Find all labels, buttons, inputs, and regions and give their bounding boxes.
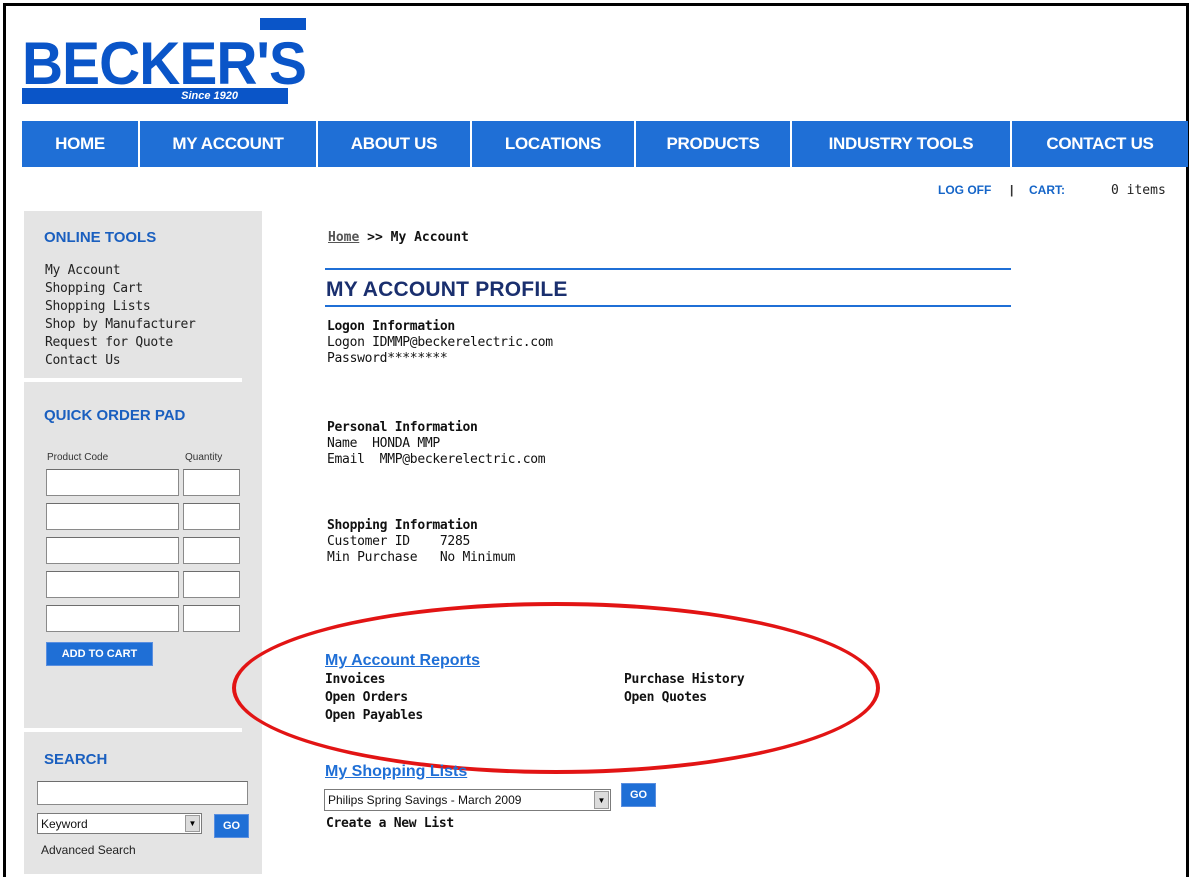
nav-contact-us[interactable]: CONTACT US xyxy=(1012,121,1188,167)
search-title: SEARCH xyxy=(44,751,108,768)
nav-locations[interactable]: LOCATIONS xyxy=(472,121,636,167)
beckers-logo[interactable]: BECKER'S Since 1920 xyxy=(22,18,306,106)
shopping-list-select[interactable]: Philips Spring Savings - March 2009 ▼ xyxy=(324,789,611,811)
product-code-input-3[interactable] xyxy=(46,537,179,564)
quantity-input-5[interactable] xyxy=(183,605,240,632)
product-code-label: Product Code xyxy=(47,452,109,463)
svg-text:BECKER'S: BECKER'S xyxy=(22,30,306,88)
logon-information: Logon Information Logon IDMMP@beckerelec… xyxy=(327,319,553,367)
cart-link[interactable]: CART: xyxy=(1029,183,1065,197)
my-shopping-lists-link[interactable]: My Shopping Lists xyxy=(325,763,467,781)
nav-industry-tools[interactable]: INDUSTRY TOOLS xyxy=(792,121,1012,167)
product-code-input-2[interactable] xyxy=(46,503,179,530)
title-rule-bottom xyxy=(325,305,1011,307)
sidebar-link-shop-by-manufacturer[interactable]: Shop by Manufacturer xyxy=(45,316,196,334)
breadcrumb: Home >> My Account xyxy=(328,230,469,245)
topbar-separator: | xyxy=(1010,183,1014,197)
shopping-list-go-button[interactable]: GO xyxy=(621,783,656,807)
logon-id: Logon IDMMP@beckerelectric.com xyxy=(327,335,553,350)
logo-tagline: Since 1920 xyxy=(181,90,238,102)
highlight-ellipse xyxy=(232,602,880,774)
shopping-heading: Shopping Information xyxy=(327,518,478,533)
personal-information: Personal Information Name HONDA MMP Emai… xyxy=(327,420,546,468)
nav-home[interactable]: HOME xyxy=(22,121,140,167)
product-code-input-4[interactable] xyxy=(46,571,179,598)
breadcrumb-current: >> My Account xyxy=(359,230,469,245)
nav-products[interactable]: PRODUCTS xyxy=(636,121,792,167)
quantity-input-4[interactable] xyxy=(183,571,240,598)
search-input[interactable] xyxy=(37,781,248,805)
nav-my-account[interactable]: MY ACCOUNT xyxy=(140,121,318,167)
sidebar-link-shopping-lists[interactable]: Shopping Lists xyxy=(45,298,196,316)
create-new-list-link[interactable]: Create a New List xyxy=(326,816,454,831)
quantity-label: Quantity xyxy=(185,452,223,463)
advanced-search-link[interactable]: Advanced Search xyxy=(41,843,136,857)
email-value: Email MMP@beckerelectric.com xyxy=(327,452,546,467)
logoff-link[interactable]: LOG OFF xyxy=(938,183,991,197)
search-type-select[interactable]: Keyword ▼ xyxy=(37,813,202,834)
title-rule-top xyxy=(325,268,1011,270)
dropdown-arrow-icon[interactable]: ▼ xyxy=(594,791,609,809)
logo-wordmark: BECKER'S xyxy=(22,18,306,88)
shopping-information: Shopping Information Customer ID 7285 Mi… xyxy=(327,518,515,566)
name-value: Name HONDA MMP xyxy=(327,436,440,451)
password: Password******** xyxy=(327,351,448,366)
product-code-input-5[interactable] xyxy=(46,605,179,632)
main-nav: HOME MY ACCOUNT ABOUT US LOCATIONS PRODU… xyxy=(22,121,1188,167)
sidebar: ONLINE TOOLS My Account Shopping Cart Sh… xyxy=(24,211,262,874)
online-tools-title: ONLINE TOOLS xyxy=(44,229,157,246)
sidebar-link-shopping-cart[interactable]: Shopping Cart xyxy=(45,280,196,298)
logon-heading: Logon Information xyxy=(327,319,455,334)
product-code-input-1[interactable] xyxy=(46,469,179,496)
sidebar-divider xyxy=(24,378,242,382)
nav-about-us[interactable]: ABOUT US xyxy=(318,121,472,167)
quantity-input-1[interactable] xyxy=(183,469,240,496)
sidebar-link-my-account[interactable]: My Account xyxy=(45,262,196,280)
logo-band: Since 1920 xyxy=(22,88,288,104)
online-tools-links: My Account Shopping Cart Shopping Lists … xyxy=(45,262,196,370)
min-purchase: Min Purchase No Minimum xyxy=(327,550,516,565)
customer-id: Customer ID 7285 xyxy=(327,534,471,549)
sidebar-link-request-for-quote[interactable]: Request for Quote xyxy=(45,334,196,352)
sidebar-divider xyxy=(24,728,242,732)
dropdown-arrow-icon[interactable]: ▼ xyxy=(185,815,200,832)
quantity-input-2[interactable] xyxy=(183,503,240,530)
search-type-value: Keyword xyxy=(41,816,88,831)
cart-count: 0 items xyxy=(1111,183,1166,198)
sidebar-link-contact-us[interactable]: Contact Us xyxy=(45,352,196,370)
search-go-button[interactable]: GO xyxy=(214,814,249,838)
quick-order-title: QUICK ORDER PAD xyxy=(44,407,186,424)
add-to-cart-button[interactable]: ADD TO CART xyxy=(46,642,153,666)
quantity-input-3[interactable] xyxy=(183,537,240,564)
page-title: MY ACCOUNT PROFILE xyxy=(326,278,568,301)
shopping-list-value: Philips Spring Savings - March 2009 xyxy=(328,793,522,807)
personal-heading: Personal Information xyxy=(327,420,478,435)
breadcrumb-home-link[interactable]: Home xyxy=(328,230,359,245)
